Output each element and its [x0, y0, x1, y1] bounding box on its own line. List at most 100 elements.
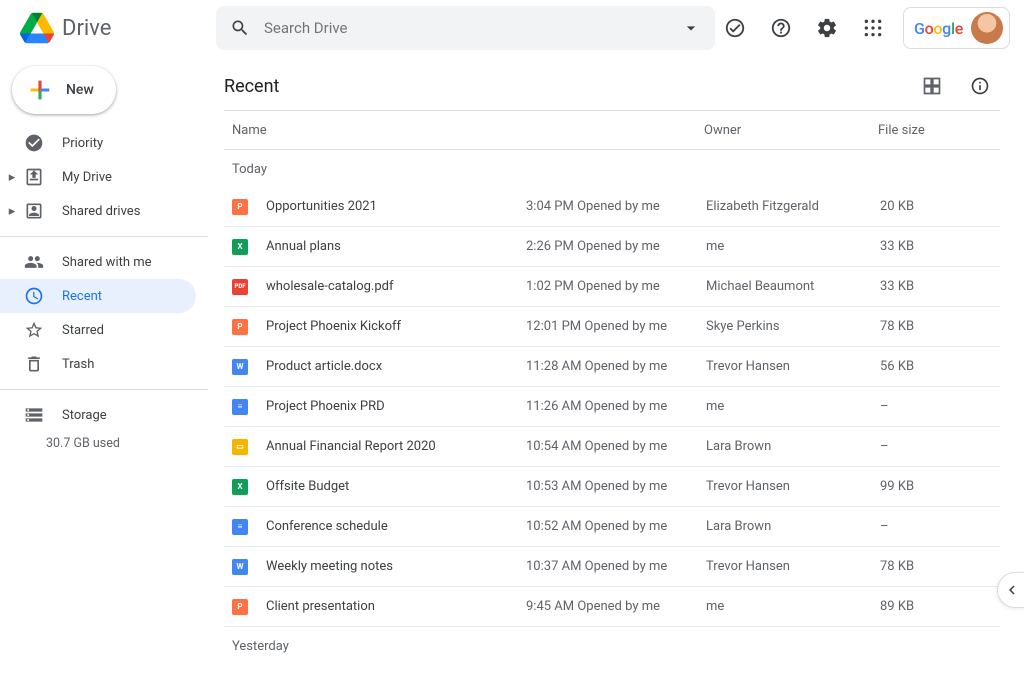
file-name: Opportunities 2021 — [266, 199, 526, 214]
file-last-opened: 10:52 AM Opened by me — [526, 519, 706, 534]
recent-icon — [24, 286, 44, 306]
file-row[interactable]: ▭ Annual Financial Report 202010:54 AM Op… — [224, 427, 1000, 467]
page-title: Recent — [224, 76, 279, 97]
sidebar-item-my-drive[interactable]: ▸ My Drive — [0, 160, 196, 194]
file-size: – — [880, 399, 1000, 414]
shared-drives-icon — [24, 201, 44, 221]
file-last-opened: 2:26 PM Opened by me — [526, 239, 706, 254]
file-type-icon: ≡ — [232, 519, 248, 535]
file-size: 78 KB — [880, 319, 1000, 334]
file-type-icon: PDF — [232, 279, 248, 295]
file-owner: Trevor Hansen — [706, 359, 880, 374]
file-size: 56 KB — [880, 359, 1000, 374]
caret-icon[interactable]: ▸ — [6, 170, 18, 185]
file-name: Product article.docx — [266, 359, 526, 374]
column-headers: Name Owner File size — [224, 110, 1000, 150]
file-row[interactable]: POpportunities 20213:04 PM Opened by meE… — [224, 187, 1000, 227]
file-row[interactable]: PDF wholesale-catalog.pdf1:02 PM Opened b… — [224, 267, 1000, 307]
file-last-opened: 10:54 AM Opened by me — [526, 439, 706, 454]
file-type-icon: W — [232, 359, 248, 375]
file-last-opened: 11:28 AM Opened by me — [526, 359, 706, 374]
file-row[interactable]: XOffsite Budget10:53 AM Opened by meTrev… — [224, 467, 1000, 507]
sidebar-item-storage[interactable]: Storage — [0, 398, 196, 432]
file-size: – — [880, 439, 1000, 454]
sidebar-item-shared-drives[interactable]: ▸ Shared drives — [0, 194, 196, 228]
file-row[interactable]: W Weekly meeting notes10:37 AM Opened by … — [224, 547, 1000, 587]
apps-button[interactable] — [853, 8, 893, 48]
grid-view-button[interactable] — [912, 66, 952, 106]
header-actions: Google — [715, 7, 1016, 49]
avatar[interactable] — [971, 12, 1003, 44]
file-name: Client presentation — [266, 599, 526, 614]
file-name: Annual Financial Report 2020 — [266, 439, 526, 454]
file-name: Project Phoenix Kickoff — [266, 319, 526, 334]
app-name: Drive — [62, 16, 111, 41]
sidebar-item-priority[interactable]: Priority — [0, 126, 196, 160]
settings-button[interactable] — [807, 8, 847, 48]
caret-icon[interactable]: ▸ — [6, 204, 18, 219]
file-name: Weekly meeting notes — [266, 559, 526, 574]
search-bar[interactable] — [216, 6, 715, 50]
file-size: 33 KB — [880, 279, 1000, 294]
file-type-icon: P — [232, 599, 248, 615]
file-type-icon: ▭ — [232, 439, 248, 455]
search-input[interactable] — [264, 19, 667, 37]
my-drive-icon — [24, 167, 44, 187]
new-button[interactable]: New — [12, 66, 116, 114]
search-icon — [230, 18, 250, 38]
file-owner: Michael Beaumont — [706, 279, 880, 294]
file-owner: Lara Brown — [706, 439, 880, 454]
sidebar: New Priority ▸ My Drive ▸ Shared drives … — [0, 56, 208, 680]
file-last-opened: 11:26 AM Opened by me — [526, 399, 706, 414]
account-chip[interactable]: Google — [903, 7, 1010, 49]
col-name-header[interactable]: Name — [224, 123, 704, 138]
file-name: wholesale-catalog.pdf — [266, 279, 526, 294]
file-row[interactable]: XAnnual plans2:26 PM Opened by meme33 KB — [224, 227, 1000, 267]
col-owner-header[interactable]: Owner — [704, 123, 878, 138]
sidebar-item-recent[interactable]: Recent — [0, 279, 196, 313]
file-name: Project Phoenix PRD — [266, 399, 526, 414]
file-row[interactable]: ≡ Conference schedule10:52 AM Opened by m… — [224, 507, 1000, 547]
file-row[interactable]: ≡ Project Phoenix PRD11:26 AM Opened by m… — [224, 387, 1000, 427]
star-icon — [24, 320, 44, 340]
file-type-icon: P — [232, 319, 248, 335]
sidebar-item-trash[interactable]: Trash — [0, 347, 196, 381]
file-name: Offsite Budget — [266, 479, 526, 494]
file-owner: Trevor Hansen — [706, 479, 880, 494]
file-row[interactable]: P Project Phoenix Kickoff12:01 PM Opened … — [224, 307, 1000, 347]
file-type-icon: X — [232, 479, 248, 495]
file-size: 20 KB — [880, 199, 1000, 214]
storage-used-label: 30.7 GB used — [0, 432, 208, 451]
file-type-icon: ≡ — [232, 399, 248, 415]
shared-with-me-icon — [24, 252, 44, 272]
sidebar-item-shared-with-me[interactable]: Shared with me — [0, 245, 196, 279]
help-button[interactable] — [761, 8, 801, 48]
file-type-icon: X — [232, 239, 248, 255]
file-last-opened: 9:45 AM Opened by me — [526, 599, 706, 614]
file-owner: me — [706, 599, 880, 614]
search-options-icon[interactable] — [681, 18, 701, 38]
file-row[interactable]: P Client presentation9:45 AM Opened by me… — [224, 587, 1000, 627]
plus-icon — [26, 76, 54, 104]
details-button[interactable] — [960, 66, 1000, 106]
file-last-opened: 1:02 PM Opened by me — [526, 279, 706, 294]
file-owner: me — [706, 399, 880, 414]
file-owner: me — [706, 239, 880, 254]
file-owner: Trevor Hansen — [706, 559, 880, 574]
file-last-opened: 10:37 AM Opened by me — [526, 559, 706, 574]
file-owner: Skye Perkins — [706, 319, 880, 334]
file-last-opened: 12:01 PM Opened by me — [526, 319, 706, 334]
col-size-header[interactable]: File size — [878, 123, 1000, 138]
new-button-label: New — [66, 82, 94, 98]
drive-logo-icon — [20, 11, 54, 45]
file-row[interactable]: W Product article.docx11:28 AM Opened by … — [224, 347, 1000, 387]
file-owner: Elizabeth Fitzgerald — [706, 199, 880, 214]
trash-icon — [24, 354, 44, 374]
offline-status-button[interactable] — [715, 8, 755, 48]
section-label: Today — [224, 150, 1000, 187]
file-name: Conference schedule — [266, 519, 526, 534]
google-wordmark: Google — [914, 19, 963, 38]
file-type-icon: W — [232, 559, 248, 575]
logo-area[interactable]: Drive — [8, 11, 216, 45]
sidebar-item-starred[interactable]: Starred — [0, 313, 196, 347]
